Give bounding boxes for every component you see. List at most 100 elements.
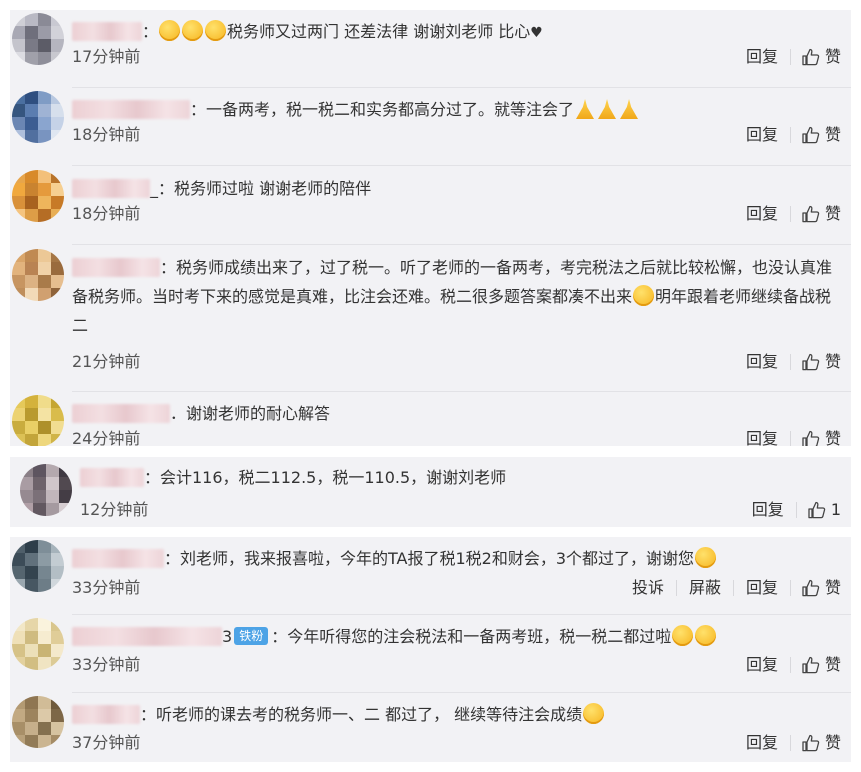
comment-item: ：听老师的课去考的税务师一、二 都过了， 继续等待注会成绩 37分钟前 回复 赞 [10, 693, 851, 762]
emoji-icon [672, 625, 694, 646]
username-blurred[interactable] [72, 22, 142, 41]
comment-text-segment: 3 [222, 627, 233, 646]
like-button[interactable]: 赞 [801, 125, 841, 145]
avatar[interactable] [12, 170, 64, 222]
comment-panel-3: ：刘老师，我来报喜啦，今年的TA报了税1税2和财会，3个都过了，谢谢您 33分钟… [10, 537, 851, 762]
divider [789, 431, 791, 446]
like-label: 赞 [824, 125, 841, 144]
comment-time: 18分钟前 [72, 125, 141, 144]
emoji-icon [205, 20, 227, 41]
like-button[interactable]: 1 [807, 500, 841, 520]
reply-button[interactable]: 回复 [746, 352, 778, 372]
comment-actions: 回复 赞 [728, 352, 841, 372]
like-button[interactable]: 赞 [801, 352, 841, 372]
avatar[interactable] [12, 696, 64, 748]
comment-text: 3 铁粉 ：今年听得您的注会税法和一备两考班，税一税二都过啦 [72, 622, 843, 651]
comment-time: 37分钟前 [72, 733, 141, 752]
comment-text: ：刘老师，我来报喜啦，今年的TA报了税1税2和财会，3个都过了，谢谢您 [72, 544, 843, 573]
username-blurred[interactable] [72, 100, 190, 119]
comment-item: ：会计116，税二112.5，税一110.5，谢谢刘老师 12分钟前 回复 1 [10, 457, 851, 527]
avatar[interactable] [12, 249, 64, 301]
report-button[interactable]: 投诉 [632, 578, 664, 598]
comment-actions: 回复 1 [734, 500, 841, 520]
like-label: 赞 [824, 204, 841, 223]
reply-button[interactable]: 回复 [746, 204, 778, 224]
thumbs-up-icon [802, 126, 820, 144]
divider [72, 244, 851, 245]
divider [789, 49, 791, 65]
avatar-image [12, 395, 64, 446]
comment-actions: 回复 赞 [728, 204, 841, 224]
avatar[interactable] [12, 13, 64, 65]
like-button[interactable]: 赞 [801, 733, 841, 753]
divider [789, 206, 791, 222]
emoji-icon [695, 547, 717, 568]
username-blurred[interactable] [72, 549, 164, 568]
comment-text-segment: ：刘老师，我来报喜啦，今年的TA报了税1税2和财会，3个都过了，谢谢您 [164, 549, 695, 568]
fan-badge: 铁粉 [234, 627, 269, 645]
thumbs-up-icon [802, 734, 820, 752]
divider [789, 657, 791, 673]
comment-item: 3 铁粉 ：今年听得您的注会税法和一备两考班，税一税二都过啦 33分钟前 回复 赞 [10, 615, 851, 693]
like-button[interactable]: 赞 [801, 204, 841, 224]
comment-actions: 回复 赞 [728, 429, 841, 446]
divider [789, 127, 791, 143]
reply-button[interactable]: 回复 [746, 125, 778, 145]
username-blurred[interactable] [80, 468, 144, 487]
avatar-image [12, 13, 64, 65]
like-button[interactable]: 赞 [801, 429, 841, 446]
like-button[interactable]: 赞 [801, 655, 841, 675]
avatar[interactable] [12, 91, 64, 143]
thumbs-up-icon [802, 579, 820, 597]
comment-text-segment: 税务师又过两门 还差法律 谢谢刘老师 比心 [227, 22, 531, 41]
like-label: 赞 [824, 578, 841, 597]
thumbs-up-icon [802, 48, 820, 66]
username-blurred[interactable] [72, 627, 222, 646]
reply-button[interactable]: 回复 [746, 47, 778, 67]
username-blurred[interactable] [72, 705, 140, 724]
like-button[interactable]: 赞 [801, 47, 841, 67]
like-label: 赞 [824, 47, 841, 66]
comment-actions: 回复 赞 [728, 733, 841, 753]
emoji-icon [182, 20, 204, 41]
avatar[interactable] [12, 395, 64, 446]
avatar[interactable] [12, 618, 64, 670]
comment-item: ：税务师成绩出来了，过了税一。听了老师的一备两考，考完税法之后就比较松懈，也没认… [10, 246, 851, 392]
comment-text-segment: _：税务师过啦 谢谢老师的陪伴 [150, 179, 372, 198]
avatar-image [12, 696, 64, 748]
comment-text: ．谢谢老师的耐心解答 [72, 399, 843, 428]
comment-actions: 投诉 屏蔽 回复 赞 [614, 578, 841, 598]
reply-button[interactable]: 回复 [752, 500, 784, 520]
like-label: 赞 [824, 352, 841, 371]
thumbs-up-icon [802, 430, 820, 446]
comment-actions: 回复 赞 [728, 125, 841, 145]
heart-icon: ♥ [530, 25, 543, 41]
like-label: 赞 [824, 429, 841, 446]
reply-button[interactable]: 回复 [746, 655, 778, 675]
comment-text: ：税务师成绩出来了，过了税一。听了老师的一备两考，考完税法之后就比较松懈，也没认… [72, 253, 843, 340]
avatar[interactable] [20, 464, 72, 516]
block-button[interactable]: 屏蔽 [689, 578, 721, 598]
comment-item: ：刘老师，我来报喜啦，今年的TA报了税1税2和财会，3个都过了，谢谢您 33分钟… [10, 537, 851, 615]
emoji-icon [633, 285, 655, 306]
username-blurred[interactable] [72, 179, 150, 198]
username-blurred[interactable] [72, 404, 170, 423]
comment-actions: 回复 赞 [728, 655, 841, 675]
comment-item: ：一备两考，税一税二和实务都高分过了。就等注会了 18分钟前 回复 赞 [10, 88, 851, 166]
comment-time: 33分钟前 [72, 578, 141, 597]
divider [789, 735, 791, 751]
reply-button[interactable]: 回复 [746, 578, 778, 598]
avatar-image [12, 249, 64, 301]
avatar-image [12, 618, 64, 670]
divider [675, 580, 677, 596]
like-label: 赞 [824, 655, 841, 674]
comment-time: 21分钟前 [72, 352, 141, 371]
avatar[interactable] [12, 540, 64, 592]
reply-button[interactable]: 回复 [746, 733, 778, 753]
comment-text: ： 税务师又过两门 还差法律 谢谢刘老师 比心♥ [72, 17, 843, 48]
like-button[interactable]: 赞 [801, 578, 841, 598]
username-blurred[interactable] [72, 258, 160, 277]
emoji-icon [159, 20, 181, 41]
reply-button[interactable]: 回复 [746, 429, 778, 446]
comment-text: ：听老师的课去考的税务师一、二 都过了， 继续等待注会成绩 [72, 700, 843, 729]
